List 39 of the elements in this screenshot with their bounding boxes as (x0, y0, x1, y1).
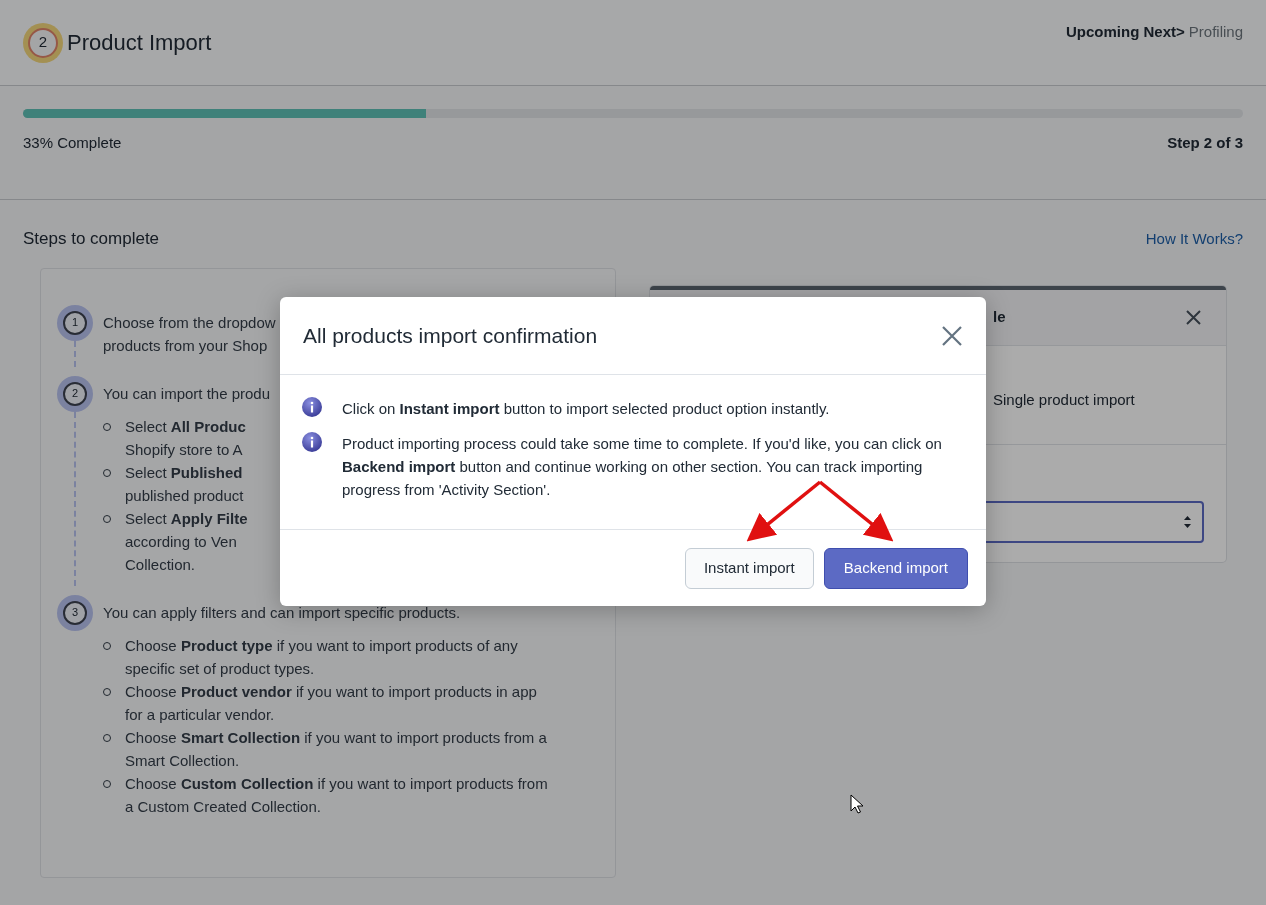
step-marker: 3 (57, 594, 93, 631)
step-text: You can import the produ (103, 383, 271, 404)
modal-title: All products import confirmation (303, 322, 598, 349)
page-title: Product Import (67, 29, 212, 57)
bullet-text: Collection. (125, 554, 197, 575)
help-link[interactable]: How It Works? (1145, 227, 1243, 250)
bullet-text: Shopify store to A (125, 439, 244, 460)
bullet-text: Choose Product vendor if you want to import products in app for a particular vendor. (125, 681, 538, 725)
info-icon (302, 432, 322, 452)
progress-label: 33% Complete (23, 133, 122, 153)
bullet-text: published product (125, 485, 244, 506)
backend-import-button[interactable]: Backend import (823, 548, 968, 589)
close-button[interactable] (941, 323, 963, 348)
bullet-text: Choose Smart Collection if you want to import products from a Smart Collection. (125, 727, 548, 771)
step-counter: Step 2 of 3 (1167, 133, 1243, 153)
step-marker: 2 (57, 375, 93, 412)
step-text: Choose from the dropdow (103, 312, 276, 333)
cursor-icon (850, 794, 864, 814)
step-text: products from your Shop (103, 335, 269, 356)
upcoming-label: Upcoming Next> (1066, 22, 1185, 43)
info-icon (302, 397, 322, 417)
bullet-text: Choose Custom Collection if you want to import products from a Custom Created Collection. (125, 773, 549, 817)
step-marker: 1 (57, 304, 93, 341)
note-text: Click on Instant import button to import selected product option instantly. (342, 399, 830, 419)
instant-import-button[interactable]: Instant import (684, 548, 814, 589)
step-badge: 2 (23, 22, 63, 63)
close-icon (1185, 308, 1202, 326)
upcoming-step: Profiling (1188, 21, 1243, 44)
bullet-text: Choose Product type if you want to import products of any specific set of product types. (125, 635, 519, 679)
bullet-text: Select Apply Filte (125, 508, 248, 529)
bullet-text: Select Published (125, 462, 244, 483)
step-text: You can apply filters and can import specific products. (103, 602, 462, 623)
card-title: le (993, 306, 1006, 327)
option-label: Single product import (993, 390, 1135, 411)
note-text: Product importing process could take some time to complete. If you'd like, you can click on Backend import button and continue working on other section. You can track importing progress from 'Activity Section'. (342, 434, 943, 500)
section-title: Steps to complete (23, 228, 160, 250)
bullet-text: Select All Produc (125, 416, 246, 437)
bullet-text: according to Ven (125, 531, 238, 552)
select-arrows-icon (1183, 514, 1192, 529)
